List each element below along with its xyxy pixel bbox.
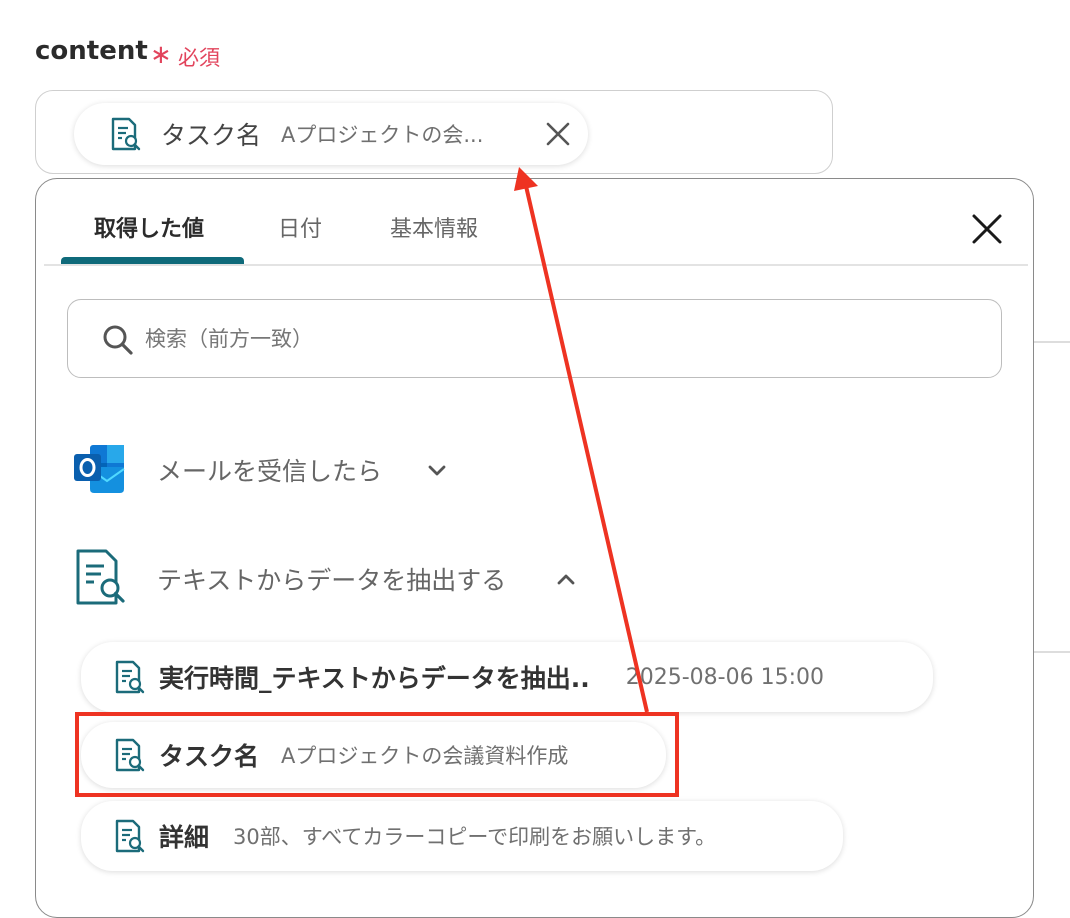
item-title: 実行時間_テキストからデータを抽出..	[159, 664, 590, 693]
tab-basic-info[interactable]: 基本情報	[390, 211, 478, 243]
search-icon	[103, 325, 133, 355]
background-divider	[1034, 651, 1070, 653]
content-value-chip[interactable]: タスク名 Aプロジェクトの会...	[74, 103, 588, 165]
field-label: content	[35, 36, 148, 66]
value-item-execution-time[interactable]: 実行時間_テキストからデータを抽出.. 2025-08-06 15:00	[81, 642, 933, 712]
document-search-icon	[111, 117, 141, 151]
active-tab-indicator	[61, 257, 244, 264]
tab-divider	[44, 264, 1028, 266]
section-extract-data[interactable]: テキストからデータを抽出する	[157, 561, 506, 597]
search-input[interactable]	[145, 318, 965, 360]
value-item-details[interactable]: 詳細 30部、すべてカラーコピーで印刷をお願いします。	[81, 801, 843, 871]
tab-acquired-values[interactable]: 取得した値	[94, 211, 204, 243]
outlook-icon	[74, 445, 125, 493]
background-divider	[1034, 341, 1070, 343]
item-title: 詳細	[159, 823, 210, 852]
annotation-highlight-box	[75, 712, 679, 797]
item-value: 2025-08-06 15:00	[625, 664, 824, 690]
chip-value: Aプロジェクトの会...	[281, 123, 484, 147]
section-mail-received[interactable]: メールを受信したら	[157, 452, 382, 488]
tab-date[interactable]: 日付	[278, 211, 322, 243]
close-icon[interactable]	[541, 117, 575, 151]
document-search-icon	[76, 549, 125, 605]
required-mark: ∗	[150, 40, 172, 70]
close-icon[interactable]	[968, 210, 1006, 248]
chevron-up-icon[interactable]	[554, 567, 578, 591]
document-search-icon	[115, 819, 145, 853]
item-value: 30部、すべてカラーコピーで印刷をお願いします。	[233, 825, 717, 849]
required-label: 必須	[178, 46, 220, 70]
document-search-icon	[115, 660, 145, 694]
chip-title: タスク名	[161, 121, 262, 150]
chevron-down-icon[interactable]	[425, 459, 449, 483]
